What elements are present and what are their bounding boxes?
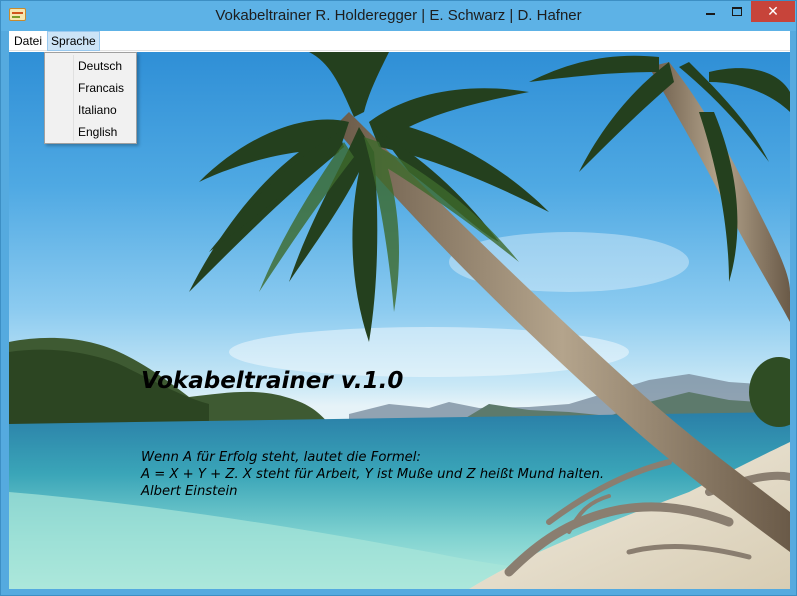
app-headline: Vokabeltrainer v.1.0 <box>141 368 404 394</box>
language-option-english[interactable]: English <box>47 121 134 143</box>
language-dropdown-menu: Deutsch Francais Italiano English <box>44 52 137 144</box>
minimize-button[interactable] <box>697 1 723 22</box>
einstein-quote: Wenn A für Erfolg steht, lautet die Form… <box>141 449 604 500</box>
language-option-francais[interactable]: Francais <box>47 77 134 99</box>
language-option-deutsch[interactable]: Deutsch <box>47 55 134 77</box>
maximize-icon <box>732 7 742 16</box>
app-window: Vokabeltrainer R. Holderegger | E. Schwa… <box>0 0 797 596</box>
quote-line-2: A = X + Y + Z. X steht für Arbeit, Y ist… <box>141 467 605 482</box>
menu-sprache[interactable]: Sprache <box>47 31 100 51</box>
minimize-icon <box>705 12 715 15</box>
menu-datei[interactable]: Datei <box>10 31 46 51</box>
window-title: Vokabeltrainer R. Holderegger | E. Schwa… <box>215 7 582 24</box>
close-button[interactable]: ✕ <box>751 1 795 22</box>
close-icon: ✕ <box>767 3 779 20</box>
maximize-button[interactable] <box>724 1 750 22</box>
language-option-italiano[interactable]: Italiano <box>47 99 134 121</box>
quote-line-1: Wenn A für Erfolg steht, lautet die Form… <box>141 450 421 465</box>
menu-bar: Datei Sprache <box>9 31 790 51</box>
title-bar[interactable]: Vokabeltrainer R. Holderegger | E. Schwa… <box>1 1 796 31</box>
quote-author: Albert Einstein <box>141 484 238 499</box>
